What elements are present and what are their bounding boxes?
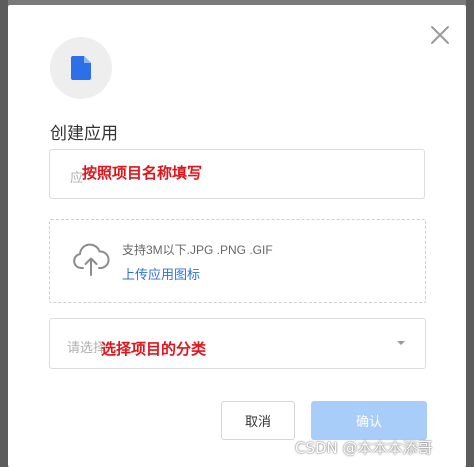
close-icon — [431, 26, 449, 44]
chevron-down-icon — [397, 341, 405, 345]
create-app-dialog: 创建应用 应 按照项目名称填写 支持3M以下.JPG .PNG .GIF 上传应… — [8, 5, 466, 467]
backdrop-right — [466, 0, 474, 467]
upload-icon-link[interactable]: 上传应用图标 — [122, 264, 200, 283]
backdrop-left — [0, 0, 8, 467]
cloud-upload-icon — [73, 243, 110, 276]
dialog-title: 创建应用 — [50, 124, 118, 143]
close-button[interactable] — [428, 23, 452, 47]
cancel-button[interactable]: 取消 — [221, 401, 295, 440]
confirm-button[interactable]: 确认 — [311, 401, 427, 440]
file-icon — [71, 56, 91, 80]
category-annotation: 选择项目的分类 — [101, 340, 207, 358]
name-annotation: 按照项目名称填写 — [82, 164, 203, 182]
watermark: CSDN @本本本添哥 — [295, 439, 433, 457]
app-icon-preview — [50, 37, 112, 99]
upload-hint: 支持3M以下.JPG .PNG .GIF — [122, 243, 273, 257]
icon-upload-area[interactable]: 支持3M以下.JPG .PNG .GIF 上传应用图标 — [49, 219, 426, 303]
